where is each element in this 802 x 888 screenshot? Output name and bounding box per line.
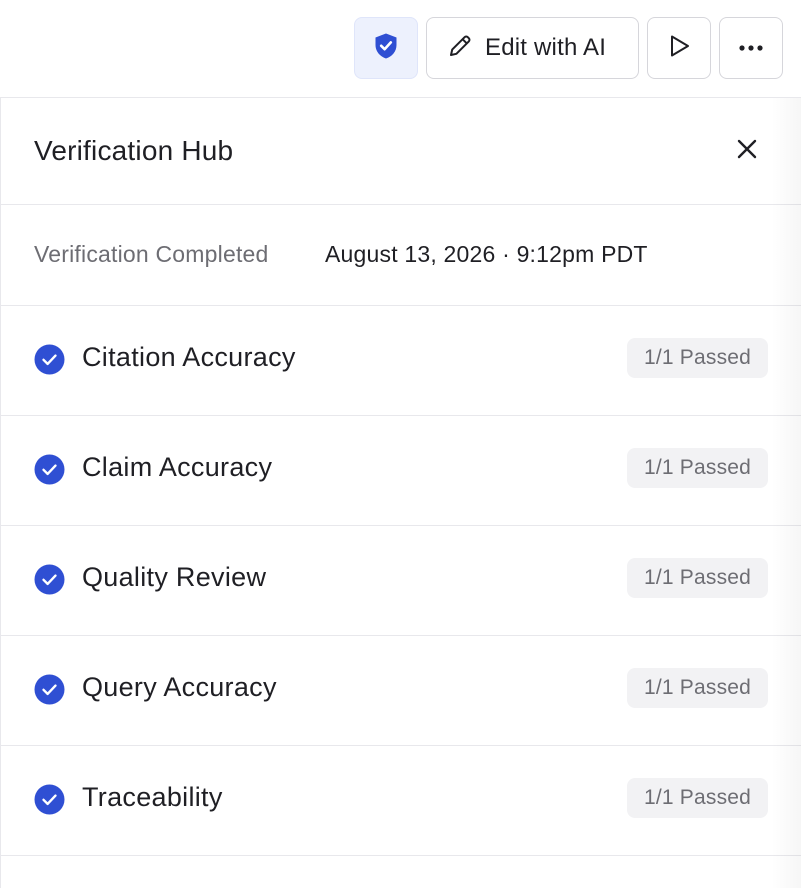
check-label: Traceability — [82, 782, 223, 812]
shield-check-icon — [373, 32, 399, 65]
check-label: Citation Accuracy — [82, 342, 296, 372]
check-row-query-accuracy[interactable]: Query Accuracy 1/1 Passed — [1, 636, 801, 746]
verification-hub-panel: Verification Hub Verification Completed … — [0, 97, 801, 888]
play-icon — [665, 32, 693, 65]
check-row-claim-accuracy[interactable]: Claim Accuracy 1/1 Passed — [1, 416, 801, 526]
top-toolbar: Edit with AI — [0, 0, 802, 97]
edit-with-ai-label: Edit with AI — [485, 34, 607, 61]
close-icon — [736, 138, 758, 165]
pencil-icon — [447, 33, 473, 64]
status-badge: 1/1 Passed — [627, 448, 768, 488]
ellipsis-icon — [737, 39, 765, 57]
check-circle-icon — [34, 564, 65, 595]
panel-header: Verification Hub — [1, 98, 801, 205]
check-row-quality-review[interactable]: Quality Review 1/1 Passed — [1, 526, 801, 636]
close-button[interactable] — [731, 135, 763, 167]
check-circle-icon — [34, 344, 65, 375]
verification-hub-button[interactable] — [354, 17, 418, 79]
edit-with-ai-button[interactable]: Edit with AI — [426, 17, 639, 79]
run-button[interactable] — [647, 17, 711, 79]
check-label: Quality Review — [82, 562, 267, 592]
verification-status-row: Verification Completed August 13, 2026 ·… — [1, 205, 801, 306]
check-row-traceability[interactable]: Traceability 1/1 Passed — [1, 746, 801, 856]
status-badge: 1/1 Passed — [627, 338, 768, 378]
panel-title: Verification Hub — [34, 135, 234, 166]
check-label: Claim Accuracy — [82, 452, 273, 482]
check-circle-icon — [34, 784, 65, 815]
status-badge: 1/1 Passed — [627, 558, 768, 598]
more-options-button[interactable] — [719, 17, 783, 79]
check-circle-icon — [34, 674, 65, 705]
verification-checks-list: Citation Accuracy 1/1 Passed Claim Accur… — [1, 306, 801, 856]
check-circle-icon — [34, 454, 65, 485]
status-label: Verification Completed — [34, 241, 269, 267]
status-timestamp: August 13, 2026 · 9:12pm PDT — [325, 241, 648, 267]
status-badge: 1/1 Passed — [627, 778, 768, 818]
check-row-citation-accuracy[interactable]: Citation Accuracy 1/1 Passed — [1, 306, 801, 416]
status-badge: 1/1 Passed — [627, 668, 768, 708]
check-label: Query Accuracy — [82, 672, 277, 702]
